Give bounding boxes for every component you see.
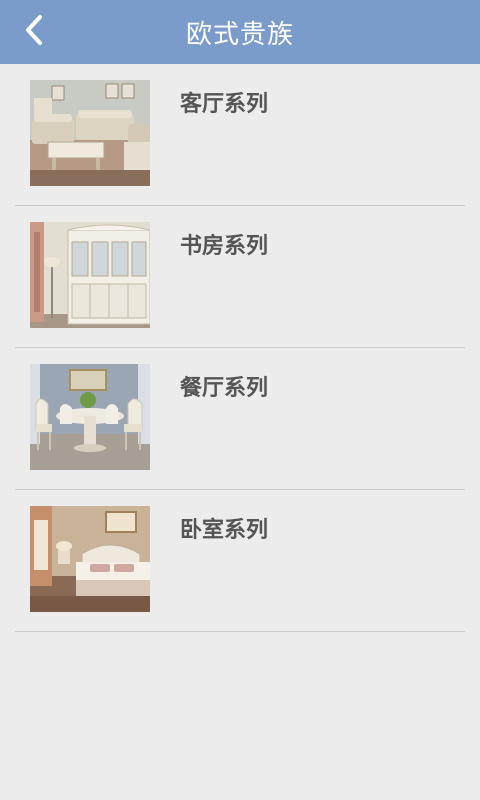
list-item-dining-room[interactable]: 餐厅系列 <box>0 348 480 490</box>
list-item-study-room[interactable]: 书房系列 <box>0 206 480 348</box>
item-label: 餐厅系列 <box>180 376 269 401</box>
list-item-bedroom[interactable]: 卧室系列 <box>0 490 480 632</box>
series-list: 客厅系列 书房系列 餐厅系列 卧室系列 <box>0 64 480 632</box>
app-screen: 欧式贵族 客厅系列 书房系列 餐厅系列 卧室系列 <box>0 0 480 800</box>
bedroom-photo <box>30 506 150 612</box>
divider <box>15 631 465 632</box>
living-room-photo <box>30 80 150 186</box>
chevron-left-icon <box>22 13 46 51</box>
item-label: 卧室系列 <box>180 518 269 543</box>
item-label: 客厅系列 <box>180 92 269 117</box>
page-title: 欧式贵族 <box>185 19 294 50</box>
study-room-photo <box>30 222 150 328</box>
back-button[interactable] <box>6 0 62 64</box>
item-label: 书房系列 <box>180 234 269 259</box>
list-item-living-room[interactable]: 客厅系列 <box>0 64 480 206</box>
title-bar: 欧式贵族 <box>0 0 480 64</box>
dining-room-photo <box>30 364 150 470</box>
